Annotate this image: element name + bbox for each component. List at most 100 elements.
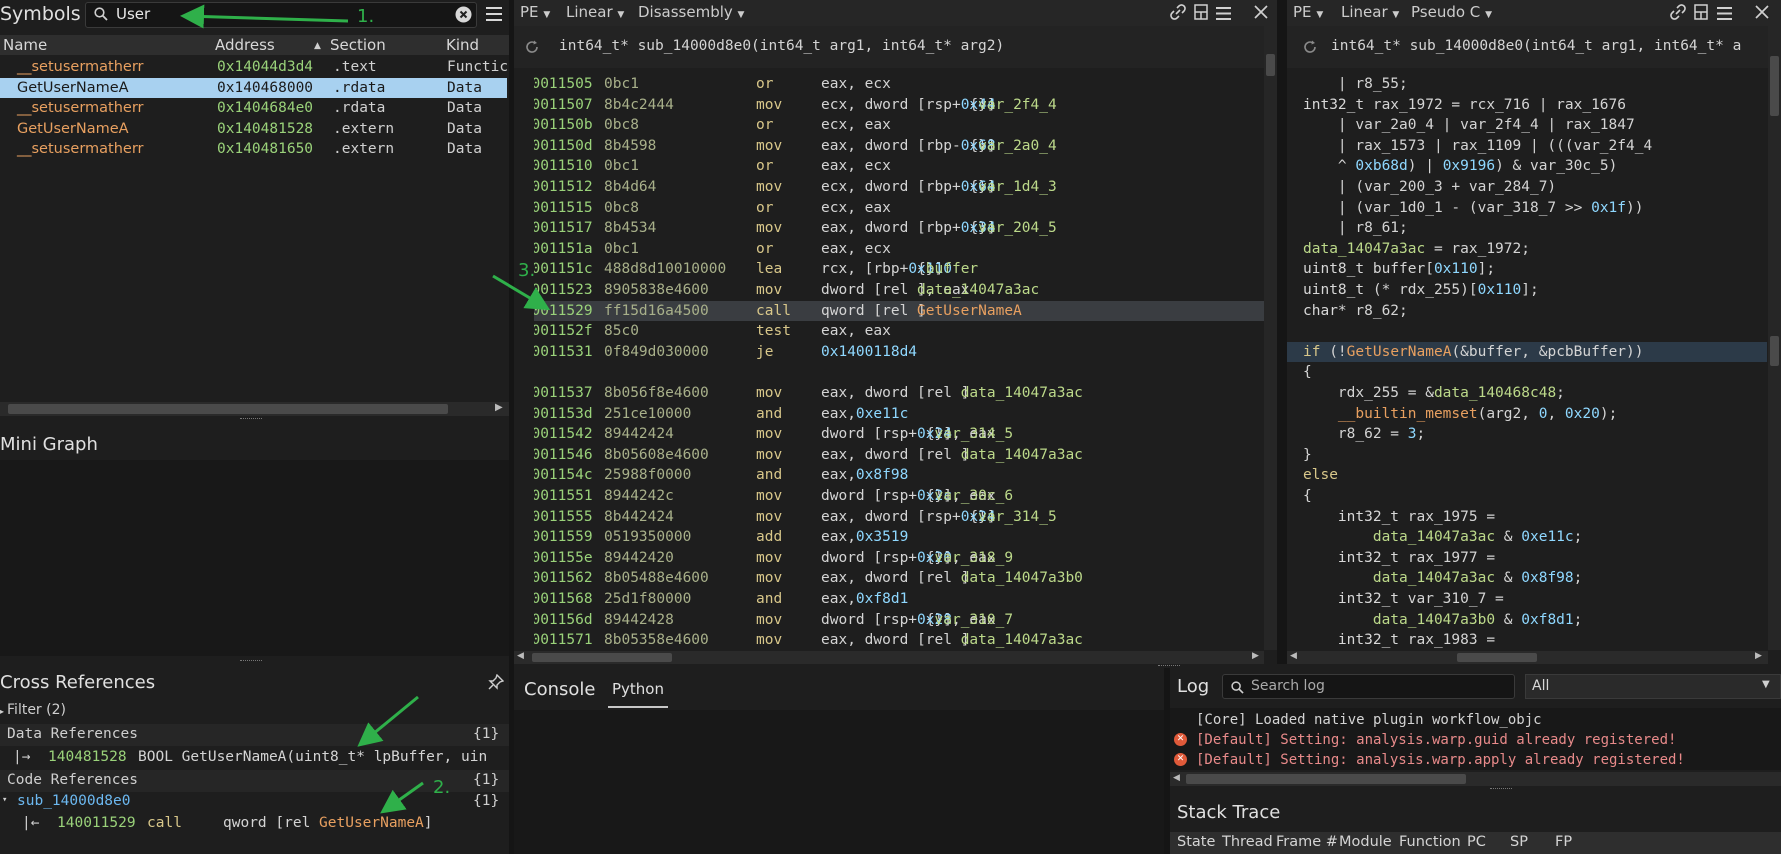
symbol-row[interactable]: __setusermatherr 0x1404684e0 .rdata Data <box>0 98 507 118</box>
disasm-line[interactable]: 14001154c25988f0000andeax, 0x8f98 <box>534 465 1284 486</box>
scroll-left-icon[interactable]: ◀ <box>517 651 524 661</box>
disasm-line[interactable]: 1400115150bc8orecx, eax <box>534 198 1284 219</box>
pseudo-c-line[interactable]: else <box>1287 465 1767 486</box>
disasm-line[interactable]: 1400115050bc1oreax, ecx <box>534 74 1284 95</box>
xrefs-filter[interactable]: ▸ Filter (2) <box>0 702 66 718</box>
disasm-line[interactable]: 1400115518944242cmovdword [rsp+0x2c {var… <box>534 486 1284 507</box>
disasm-line[interactable]: 1400115718b05358e4600moveax, dword [rel … <box>534 630 1284 650</box>
col-frame[interactable]: Frame # <box>1276 834 1338 850</box>
vertical-divider[interactable] <box>1277 0 1287 664</box>
disasm-line[interactable]: 140011529ff15d16a4500callqword [rel GetU… <box>534 300 1284 322</box>
disasm-line[interactable]: 1400115378b056f8e4600moveax, dword [rel … <box>534 383 1284 404</box>
scrollbar-thumb[interactable] <box>1266 54 1275 76</box>
col-kind[interactable]: Kind <box>443 35 513 55</box>
col-fp[interactable]: FP <box>1555 834 1572 850</box>
pseudo-c-line[interactable]: int32_t rax_1977 = <box>1287 548 1767 569</box>
disasm-line[interactable]: 1400115590519350000addeax, 0x3519 <box>534 527 1284 548</box>
disasm-line[interactable]: 1400115100bc1oreax, ecx <box>534 156 1284 177</box>
disasm-line[interactable]: 1400115310f849d030000je0x1400118d4 <box>534 342 1284 363</box>
pseudo-c-line[interactable]: uint8_t buffer[0x110]; <box>1287 259 1767 280</box>
disasm-line[interactable]: 1400115238905838e4600movdword [rel data_… <box>534 280 1284 301</box>
scroll-left-icon[interactable]: ◀ <box>1173 773 1180 783</box>
view-kind-dropdown[interactable]: Pseudo C ▼ <box>1411 3 1492 21</box>
col-thread[interactable]: Thread <box>1222 834 1273 850</box>
scroll-right-icon[interactable]: ▶ <box>1755 651 1762 661</box>
view-mode-dropdown[interactable]: Linear ▼ <box>566 3 624 21</box>
scrollbar-thumb[interactable] <box>1770 56 1779 116</box>
data-reference-row[interactable]: |→ 140481528 BOOL GetUserNameA(uint8_t* … <box>0 748 509 770</box>
disasm-listing[interactable]: 1400115050bc1oreax, ecx1400115078b4c2444… <box>534 74 1284 650</box>
disasm-line[interactable]: 14001152f85c0testeax, eax <box>534 321 1284 342</box>
symbols-horizontal-scrollbar[interactable]: ▶ <box>0 402 509 416</box>
pseudo-c-line[interactable]: data_14047a3b0 & 0xf8d1; <box>1287 610 1767 631</box>
pseudo-c-line[interactable]: data_14047a3ac & 0x8f98; <box>1287 568 1767 589</box>
console-output[interactable] <box>514 710 1164 854</box>
scroll-left-icon[interactable]: ◀ <box>1290 651 1297 661</box>
disasm-line[interactable]: 14001153d251ce10000andeax, 0xe11c <box>534 404 1284 425</box>
pseudo-c-line[interactable]: | r8_55; <box>1287 74 1767 95</box>
disasm-line[interactable]: 14001155e89442420movdword [rsp+0x20 {var… <box>534 548 1284 569</box>
data-references-header[interactable]: Data References {1} <box>0 724 509 746</box>
pseudo-c-line[interactable]: int32_t rax_1983 = <box>1287 630 1767 650</box>
disasm-blank-line[interactable] <box>534 362 1284 383</box>
scrollbar-thumb[interactable] <box>532 653 672 662</box>
disasm-line[interactable]: 14001151a0bc1oreax, ecx <box>534 239 1284 260</box>
log-level-select[interactable]: All ▼ <box>1525 674 1781 699</box>
splitter-handle[interactable] <box>240 660 262 663</box>
view-mode-dropdown[interactable]: Linear ▼ <box>1341 3 1399 21</box>
splitter-handle[interactable] <box>1490 788 1512 791</box>
log-entry-error[interactable]: ✕ [Default] Setting: analysis.warp.guid a… <box>1170 730 1781 750</box>
pseudo-c-line[interactable]: data_14047a3ac = rax_1972; <box>1287 239 1767 260</box>
pseudo-c-line[interactable]: char* r8_62; <box>1287 301 1767 322</box>
scroll-right-icon[interactable]: ▶ <box>495 402 503 413</box>
pseudo-c-line[interactable]: | r8_61; <box>1287 218 1767 239</box>
view-pe-dropdown[interactable]: PE ▼ <box>520 3 550 21</box>
disasm-line[interactable]: 1400115468b05608e4600moveax, dword [rel … <box>534 445 1284 466</box>
disasm-line[interactable]: 14001150b0bc8orecx, eax <box>534 115 1284 136</box>
pseudo-c-line[interactable]: r8_62 = 3; <box>1287 424 1767 445</box>
hamburger-menu-icon[interactable] <box>1216 6 1231 20</box>
close-icon[interactable] <box>1254 5 1268 19</box>
pseudo-c-listing[interactable]: | r8_55; int32_t rax_1972 = rcx_716 | rax… <box>1287 74 1767 650</box>
disasm-line[interactable]: 14001156825d1f80000andeax, 0xf8d1 <box>534 589 1284 610</box>
symbol-row[interactable]: __setusermatherr 0x14044d3d4 .text Funct… <box>0 57 508 77</box>
console-tab-python[interactable]: Python <box>608 680 668 708</box>
pseudo-c-line[interactable]: { <box>1287 486 1767 507</box>
refresh-icon[interactable] <box>1303 40 1317 54</box>
view-pe-dropdown[interactable]: PE ▼ <box>1293 3 1323 21</box>
pseudo-c-line[interactable]: | rax_1573 | rax_1109 | (((var_2f4_4 <box>1287 136 1767 157</box>
disasm-line[interactable]: 14001154289442424movdword [rsp+0x24 {var… <box>534 424 1284 445</box>
symbols-search-box[interactable]: User <box>85 2 477 28</box>
pseudo-vertical-scrollbar[interactable] <box>1768 26 1781 650</box>
col-state[interactable]: State <box>1177 834 1215 850</box>
disasm-line[interactable]: 1400115628b05488e4600moveax, dword [rel … <box>534 568 1284 589</box>
split-pane-icon[interactable] <box>1194 4 1208 20</box>
scroll-right-icon[interactable]: ▶ <box>1252 651 1259 661</box>
scrollbar-thumb[interactable] <box>8 404 448 414</box>
pseudo-c-line[interactable]: { <box>1287 362 1767 383</box>
refresh-icon[interactable] <box>525 40 539 54</box>
log-search-box[interactable]: Search log <box>1222 674 1515 699</box>
disasm-vertical-scrollbar[interactable] <box>1264 26 1277 650</box>
view-kind-dropdown[interactable]: Disassembly ▼ <box>638 3 744 21</box>
disasm-line[interactable]: 1400115178b4534moveax, dword [rbp+0x34 {… <box>534 218 1284 239</box>
hamburger-menu-icon[interactable] <box>486 7 502 21</box>
pseudo-c-line[interactable]: | (var_1d0_1 - (var_318_7 >> 0x1f)) <box>1287 198 1767 219</box>
pseudo-c-line[interactable]: ^ 0xb68d) | 0x9196) & var_30c_5) <box>1287 156 1767 177</box>
split-pane-icon[interactable] <box>1694 4 1708 20</box>
disasm-line[interactable]: 1400115558b442424moveax, dword [rsp+0x24… <box>534 507 1284 528</box>
col-module[interactable]: Module <box>1339 834 1392 850</box>
pseudo-c-line[interactable]: uint8_t (* rdx_255)[0x110]; <box>1287 280 1767 301</box>
pseudo-c-line[interactable]: int32_t rax_1972 = rcx_716 | rax_1676 <box>1287 95 1767 116</box>
pseudo-c-line[interactable]: data_14047a3ac & 0xe11c; <box>1287 527 1767 548</box>
disasm-line[interactable]: 1400115078b4c2444movecx, dword [rsp+0x44… <box>534 95 1284 116</box>
log-horizontal-scrollbar[interactable]: ◀ <box>1170 772 1781 786</box>
col-pc[interactable]: PC <box>1467 834 1486 850</box>
disasm-line[interactable]: 14001150d8b4598moveax, dword [rbp-0x68 {… <box>534 136 1284 157</box>
log-entry[interactable]: [Core] Loaded native plugin workflow_obj… <box>1170 710 1781 730</box>
disasm-line[interactable]: 1400115128b4d64movecx, dword [rbp+0x64 {… <box>534 177 1284 198</box>
log-entries[interactable]: [Core] Loaded native plugin workflow_obj… <box>1170 708 1781 770</box>
symbol-row[interactable]: __setusermatherr 0x140481650 .extern Dat… <box>0 139 507 159</box>
disasm-line[interactable]: 14001151c488d8d10010000learcx, [rbp+0x11… <box>534 259 1284 280</box>
minigraph-canvas[interactable] <box>0 460 509 656</box>
